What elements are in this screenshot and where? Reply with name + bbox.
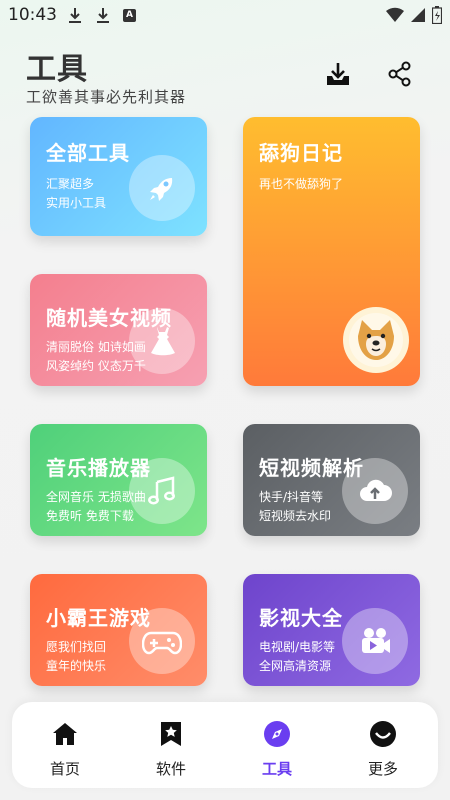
nav-item-tools[interactable]: 工具 <box>224 702 330 788</box>
card-dog-diary[interactable]: 舔狗日记 再也不做舔狗了 <box>243 117 420 386</box>
download-notification-icon <box>69 8 81 23</box>
share-icon[interactable] <box>386 60 414 88</box>
app-notification-icon: A <box>123 9 136 22</box>
nav-item-home[interactable]: 首页 <box>12 702 118 788</box>
battery-icon <box>432 6 442 24</box>
video-camera-icon <box>342 608 408 674</box>
nav-label: 软件 <box>155 760 186 778</box>
card-desc: 实用小工具 <box>46 196 107 210</box>
nav-label: 首页 <box>49 760 80 778</box>
gamepad-icon <box>129 608 195 674</box>
status-time: 10:43 <box>8 5 57 25</box>
card-desc: 全网高清资源 <box>259 659 332 673</box>
card-desc: 风姿绰约 仪态万千 <box>46 359 146 373</box>
status-indicators <box>386 6 442 24</box>
rocket-icon <box>129 155 195 221</box>
card-title: 舔狗日记 <box>259 141 343 165</box>
compass-icon <box>263 720 291 748</box>
wifi-icon <box>386 7 404 23</box>
doge-avatar <box>343 307 409 373</box>
card-random-video[interactable]: 随机美女视频 清丽脱俗 如诗如画 风姿绰约 仪态万千 <box>30 274 207 386</box>
card-games[interactable]: 小霸王游戏 愿我们找回 童年的快乐 <box>30 574 207 686</box>
status-bar: 10:43 A <box>0 0 450 32</box>
nav-item-more[interactable]: 更多 <box>330 702 436 788</box>
card-desc: 汇聚超多 <box>46 177 95 191</box>
dress-icon <box>129 308 195 374</box>
smile-icon <box>369 720 397 748</box>
card-desc: 愿我们找回 <box>46 640 107 654</box>
page-title: 工具 <box>26 52 88 87</box>
card-video-parser[interactable]: 短视频解析 快手/抖音等 短视频去水印 <box>243 424 420 536</box>
card-desc: 短视频去水印 <box>259 509 332 523</box>
card-desc: 免费听 免费下载 <box>46 509 134 523</box>
nav-label: 工具 <box>261 760 292 778</box>
card-desc: 童年的快乐 <box>46 659 107 673</box>
card-desc: 快手/抖音等 <box>259 490 324 504</box>
signal-icon <box>411 8 425 22</box>
download-notification-icon <box>97 8 109 23</box>
home-icon <box>51 720 79 748</box>
download-icon[interactable] <box>324 60 352 88</box>
card-music-player[interactable]: 音乐播放器 全网音乐 无损歌曲 免费听 免费下载 <box>30 424 207 536</box>
bottom-navigation: 首页 软件 工具 更多 <box>12 702 438 788</box>
card-desc: 电视剧/电影等 <box>259 640 336 654</box>
card-movies[interactable]: 影视大全 电视剧/电影等 全网高清资源 <box>243 574 420 686</box>
music-note-icon <box>129 458 195 524</box>
card-desc: 再也不做舔狗了 <box>259 177 344 191</box>
card-all-tools[interactable]: 全部工具 汇聚超多 实用小工具 <box>30 117 207 236</box>
nav-item-software[interactable]: 软件 <box>118 702 224 788</box>
bookmark-star-icon <box>157 720 185 748</box>
cloud-upload-icon <box>342 458 408 524</box>
card-title: 影视大全 <box>259 606 343 630</box>
nav-label: 更多 <box>367 760 398 778</box>
page-subtitle: 工欲善其事必先利其器 <box>26 88 187 106</box>
card-title: 全部工具 <box>46 141 130 165</box>
